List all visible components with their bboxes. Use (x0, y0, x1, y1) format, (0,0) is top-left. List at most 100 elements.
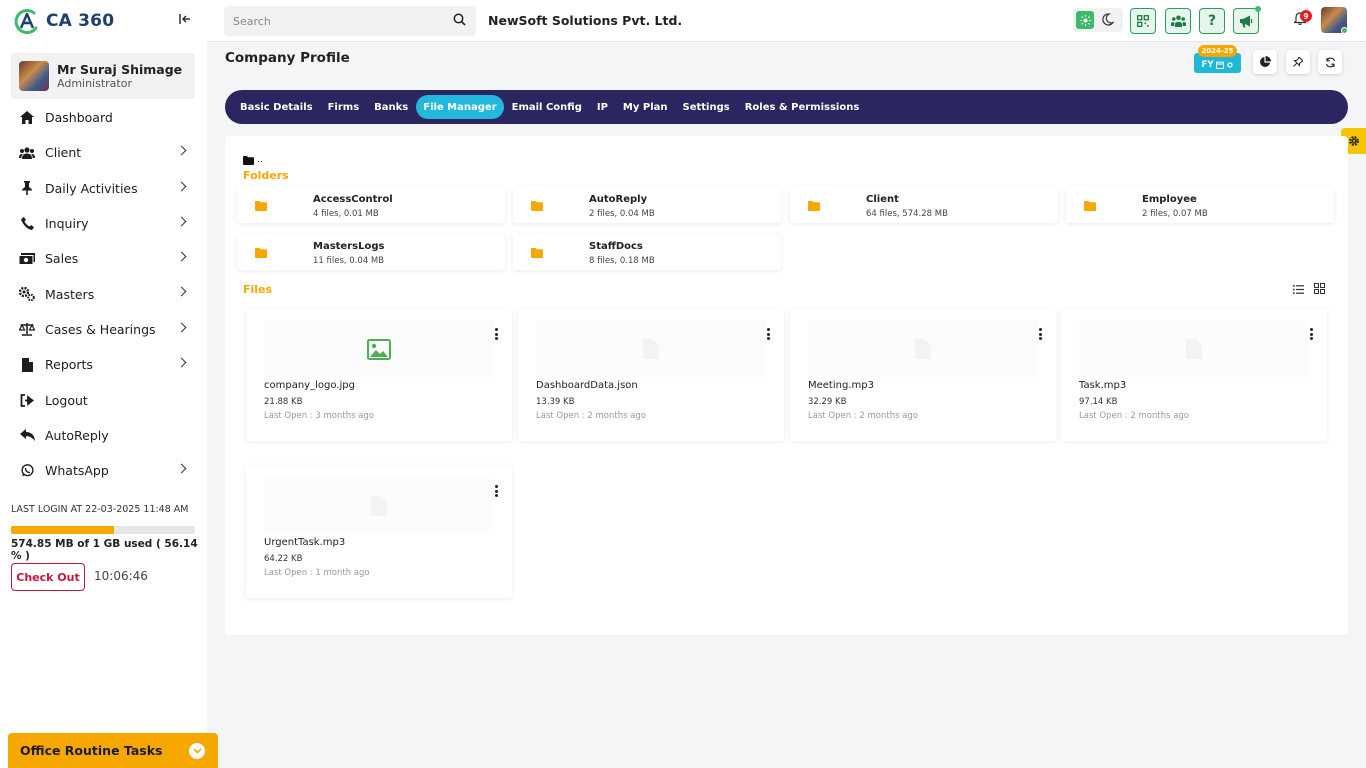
office-routine-tasks-panel[interactable]: Office Routine Tasks (8, 733, 218, 768)
moon-icon[interactable] (1102, 13, 1115, 29)
top-bar: NewSoft Solutions Pvt. Ltd. ? 9 (207, 0, 1366, 42)
tab-ip[interactable]: IP (590, 95, 615, 119)
home-icon (19, 111, 35, 125)
sun-icon[interactable] (1076, 11, 1094, 29)
file-size: 32.29 KB (808, 397, 847, 407)
sidebar-item-whatsapp[interactable]: WhatsApp (11, 453, 197, 488)
list-view-icon[interactable] (1293, 283, 1304, 297)
pie-chart-icon (1260, 56, 1271, 67)
sidebar-item-inquiry[interactable]: Inquiry (11, 206, 197, 241)
folder-name: MastersLogs (313, 241, 385, 252)
sidebar-collapse-icon[interactable] (179, 13, 192, 29)
sidebar-item-reports[interactable]: Reports (11, 347, 197, 382)
team-button[interactable] (1165, 8, 1191, 34)
search-input[interactable] (224, 6, 476, 36)
tab-file-manager[interactable]: File Manager (416, 95, 504, 119)
folder-card[interactable]: AccessControl 4 files, 0.01 MB (237, 187, 505, 223)
folder-card[interactable]: AutoReply 2 files, 0.04 MB (513, 187, 781, 223)
sidebar-item-dashboard[interactable]: Dashboard (11, 100, 197, 135)
pin-button[interactable] (1286, 50, 1310, 74)
folder-icon (243, 155, 254, 165)
folder-icon (1084, 200, 1096, 214)
sidebar-nav: Dashboard Client Daily Activities Inquir… (11, 100, 197, 488)
qr-code-button[interactable] (1130, 8, 1156, 34)
document-file-icon (915, 339, 931, 359)
chevron-right-icon (176, 322, 187, 333)
folder-card[interactable]: Employee 2 files, 0.07 MB (1066, 187, 1334, 223)
gear-icon (1348, 136, 1359, 146)
more-options-icon[interactable] (494, 485, 498, 497)
file-name: UrgentTask.mp3 (264, 537, 346, 548)
pin-icon (1293, 56, 1303, 67)
file-preview (264, 321, 494, 377)
sidebar-item-autoreply[interactable]: AutoReply (11, 418, 197, 453)
tab-basic-details[interactable]: Basic Details (233, 95, 320, 119)
file-card[interactable]: DashboardData.json 13.39 KB Last Open : … (518, 309, 784, 441)
tab-email-config[interactable]: Email Config (505, 95, 589, 119)
gears-icon (19, 287, 35, 302)
theme-toggle[interactable] (1073, 8, 1123, 32)
folder-card[interactable]: StaffDocs 8 files, 0.18 MB (513, 234, 781, 270)
financial-year-badge: 2024-25 (1198, 45, 1237, 57)
sidebar-item-masters[interactable]: Masters (11, 276, 197, 311)
user-card[interactable]: Mr Suraj Shimage Administrator (11, 53, 195, 99)
folder-meta: 2 files, 0.04 MB (589, 209, 655, 219)
tab-firms[interactable]: Firms (321, 95, 367, 119)
folder-card[interactable]: MastersLogs 11 files, 0.04 MB (237, 234, 505, 270)
file-last-open: Last Open : 1 month ago (264, 568, 370, 578)
folder-meta: 8 files, 0.18 MB (589, 256, 655, 266)
sidebar: CA 360 Mr Suraj Shimage Administrator Da… (0, 0, 207, 768)
tab-banks[interactable]: Banks (367, 95, 415, 119)
last-login-text: LAST LOGIN AT 22-03-2025 11:48 AM (11, 504, 189, 515)
tab-roles-permissions[interactable]: Roles & Permissions (738, 95, 867, 119)
file-card[interactable]: Task.mp3 97.14 KB Last Open : 2 months a… (1061, 309, 1327, 441)
office-routine-tasks-label: Office Routine Tasks (20, 743, 163, 758)
document-file-icon (371, 496, 387, 516)
check-out-button[interactable]: Check Out (11, 563, 85, 591)
search-icon[interactable] (453, 13, 466, 29)
parent-directory-link[interactable]: .. (243, 155, 263, 165)
tab-my-plan[interactable]: My Plan (616, 95, 675, 119)
file-preview (536, 321, 766, 377)
folder-icon (531, 200, 543, 214)
file-card[interactable]: Meeting.mp3 32.29 KB Last Open : 2 month… (790, 309, 1056, 441)
pin-icon (19, 181, 35, 196)
sidebar-item-client[interactable]: Client (11, 135, 197, 170)
avatar (19, 61, 49, 91)
session-clock: 10:06:46 (94, 569, 148, 583)
storage-usage-text: 574.85 MB of 1 GB used ( 56.14 % ) (11, 538, 198, 562)
app-logo[interactable]: CA 360 (14, 8, 115, 35)
sidebar-item-daily-activities[interactable]: Daily Activities (11, 171, 197, 206)
qr-code-icon (1137, 15, 1149, 27)
file-card[interactable]: company_logo.jpg 21.88 KB Last Open : 3 … (246, 309, 512, 441)
company-name: NewSoft Solutions Pvt. Ltd. (488, 13, 683, 28)
scale-icon (19, 322, 35, 337)
tab-settings[interactable]: Settings (676, 95, 737, 119)
announcement-button[interactable] (1233, 6, 1261, 34)
help-button[interactable]: ? (1199, 8, 1225, 34)
whatsapp-icon (19, 464, 35, 478)
team-icon (1170, 15, 1186, 27)
sidebar-item-logout[interactable]: Logout (11, 382, 197, 417)
user-name: Mr Suraj Shimage (57, 61, 183, 77)
more-options-icon[interactable] (494, 328, 498, 340)
chevron-down-icon[interactable] (189, 743, 205, 759)
more-options-icon[interactable] (1309, 328, 1313, 340)
more-options-icon[interactable] (766, 328, 770, 340)
profile-tabs: Basic Details Firms Banks File Manager E… (225, 90, 1348, 124)
sidebar-item-sales[interactable]: Sales (11, 241, 197, 276)
image-file-icon (367, 338, 391, 360)
folder-card[interactable]: Client 64 files, 574.28 MB (790, 187, 1058, 223)
analytics-button[interactable] (1253, 50, 1277, 74)
refresh-button[interactable] (1318, 50, 1342, 74)
chevron-right-icon (176, 463, 187, 474)
page-title: Company Profile (225, 50, 350, 66)
folder-meta: 64 files, 574.28 MB (866, 209, 948, 219)
sidebar-item-cases-hearings[interactable]: Cases & Hearings (11, 312, 197, 347)
more-options-icon[interactable] (1038, 328, 1042, 340)
file-size: 97.14 KB (1079, 397, 1118, 407)
file-card[interactable]: UrgentTask.mp3 64.22 KB Last Open : 1 mo… (246, 466, 512, 598)
logo-text: CA 360 (46, 11, 115, 31)
chevron-right-icon (176, 357, 187, 368)
grid-view-icon[interactable] (1314, 283, 1325, 297)
